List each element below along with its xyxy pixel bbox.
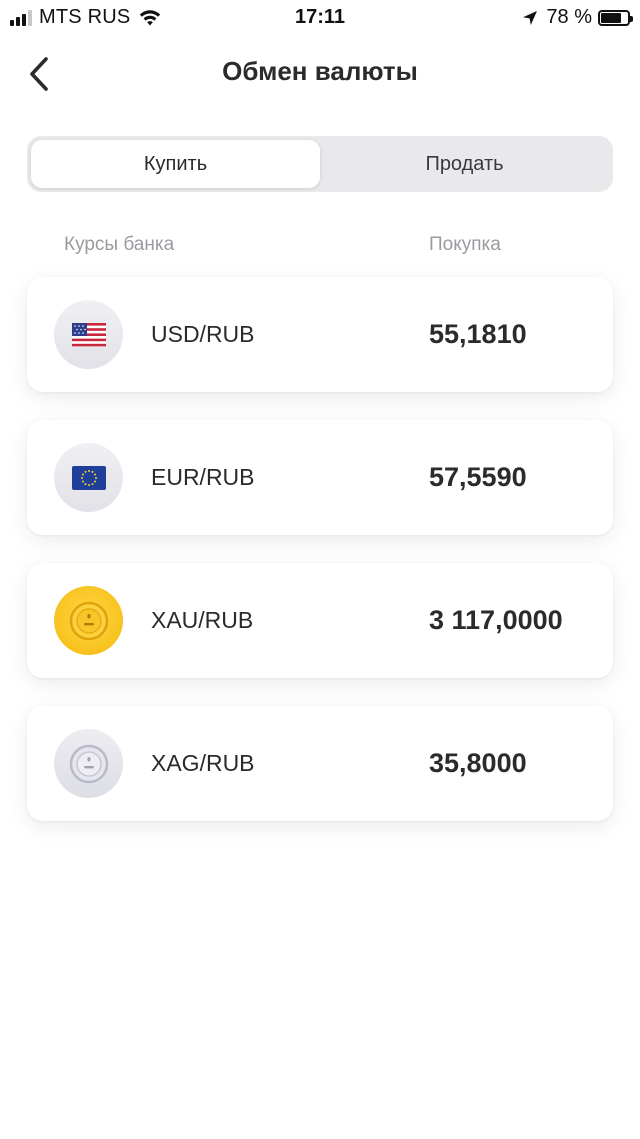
rate-card-eur[interactable]: EUR/RUB 57,5590 [27, 420, 613, 535]
currency-exchange-screen: MTS RUS 17:11 78 % Обмен валюты Купить П… [0, 0, 640, 1139]
us-flag-icon [54, 300, 123, 369]
currency-pair-label: XAG/RUB [151, 750, 255, 776]
buy-rate-value: 57,5590 [429, 462, 527, 492]
column-header-bank-rates: Курсы банка [64, 234, 175, 255]
tab-sell[interactable]: Продать [320, 140, 609, 188]
status-bar: MTS RUS 17:11 78 % [0, 0, 640, 36]
silver-coin-icon [54, 729, 123, 798]
battery-percentage: 78 % [546, 6, 592, 28]
status-right: 78 % [522, 6, 633, 29]
eu-flag-icon [54, 443, 123, 512]
buy-sell-segmented-control: Купить Продать [27, 136, 613, 192]
buy-rate-value: 55,1810 [429, 319, 527, 349]
currency-pair-label: XAU/RUB [151, 607, 254, 633]
rate-card-xau[interactable]: XAU/RUB 3 117,0000 [27, 563, 613, 678]
currency-pair-label: EUR/RUB [151, 464, 255, 490]
gold-coin-icon [54, 586, 123, 655]
buy-rate-value: 35,8000 [429, 748, 527, 778]
battery-icon [598, 9, 633, 26]
rate-card-usd[interactable]: USD/RUB 55,1810 [27, 277, 613, 392]
rate-card-xag[interactable]: XAG/RUB 35,8000 [27, 706, 613, 821]
buy-rate-value: 3 117,0000 [429, 605, 563, 635]
column-header-buy: Покупка [429, 234, 501, 255]
rates-list: USD/RUB 55,1810 EUR/RUB 57,5590 XAU/RUB … [27, 277, 613, 849]
page-title: Обмен валюты [222, 56, 418, 86]
location-arrow-icon [523, 10, 538, 25]
currency-pair-label: USD/RUB [151, 321, 255, 347]
tab-buy[interactable]: Купить [31, 140, 320, 188]
